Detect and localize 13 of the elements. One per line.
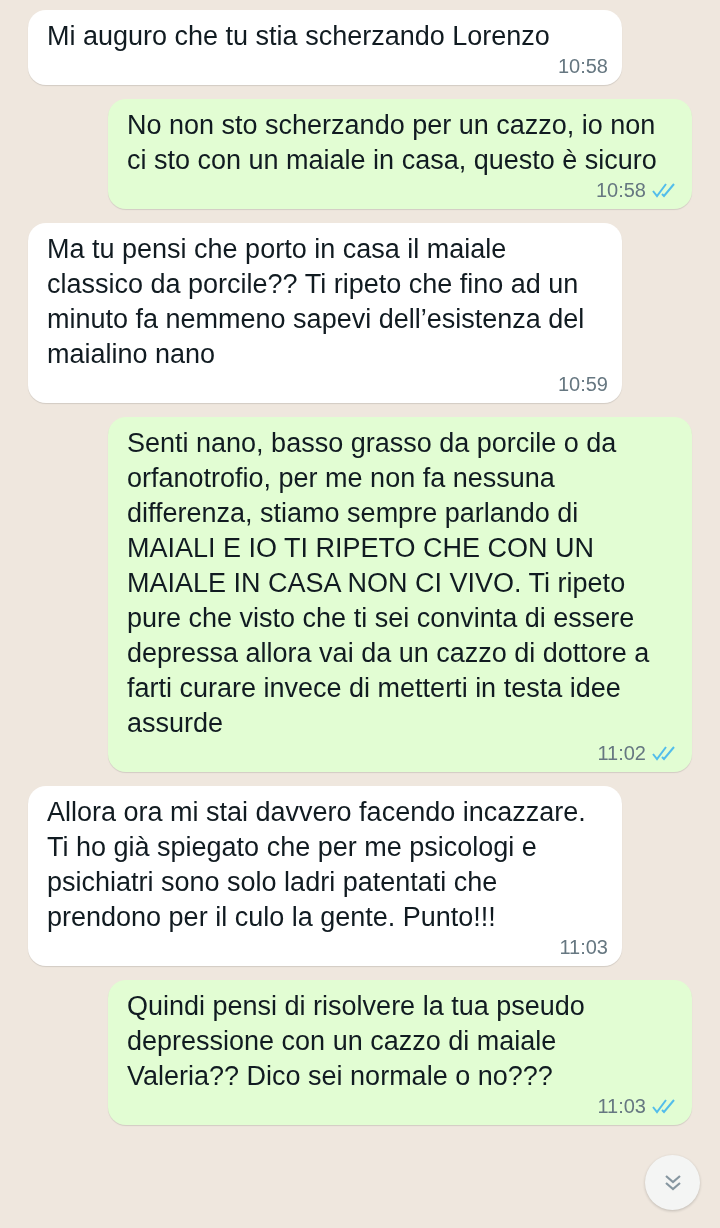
- message-text: Quindi pensi di risolvere la tua pseudo depressione con un cazzo di maiale Valeria?? Dico sei normale o no???: [127, 990, 586, 1093]
- message-text: No non sto scherzando per un cazzo, io non ci sto con un maiale in casa, questo è sicuro: [127, 109, 658, 177]
- message-text: Allora ora mi stai davvero facendo incazzare. Ti ho già spiegato che per me psicologi e psichiatri sono solo ladri patentati che prendono per il culo la gente. Punto!!!: [47, 796, 587, 934]
- message-time: 11:03: [597, 1094, 646, 1118]
- message-time: 10:58: [595, 178, 646, 202]
- message-time: 10:58: [557, 54, 608, 78]
- message-text: Ma tu pensi che porto in casa il maiale classico da porcile?? Ti ripeto che fino ad un minuto fa nemmeno sapevi dell’esistenza del maialino nano: [47, 233, 586, 371]
- message-time: 11:03: [559, 935, 608, 959]
- message-text: Mi auguro che tu stia scherzando Lorenzo: [47, 20, 551, 53]
- message-time: 10:59: [557, 372, 608, 396]
- message-time: 11:02: [597, 741, 646, 765]
- message-text: Senti nano, basso grasso da porcile o da orfanotrofio, per me non fa nessuna differenza, stiamo sempre parlando di MAIALI E IO TI RIPETO CHE CON UN MAIALE IN CASA NON CI VIVO. Ti ripeto pure che visto che ti sei convinta di essere depressa allora vai da un cazzo di dottore a farti curare invece di metterti in testa idee assurde: [127, 427, 651, 740]
- scroll-down-button[interactable]: [645, 1155, 700, 1210]
